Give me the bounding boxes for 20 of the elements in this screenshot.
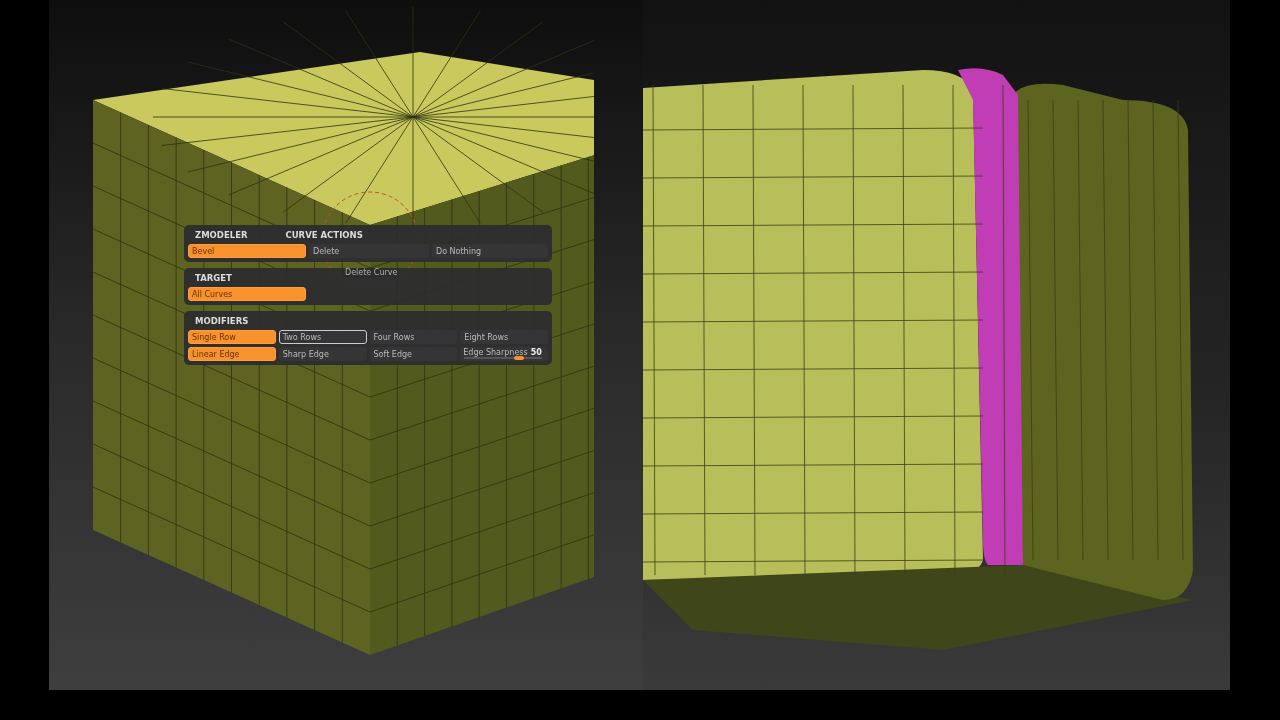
option-button[interactable]: Eight Rows — [460, 330, 548, 344]
option-button[interactable]: Single Row — [188, 330, 276, 344]
option-button[interactable]: Delete — [309, 244, 429, 258]
option-button[interactable]: Two Rows — [278, 330, 367, 344]
slider[interactable]: Edge Sharpness 50 — [460, 347, 548, 361]
option-button[interactable]: Linear Edge — [188, 347, 276, 361]
option-button[interactable]: Four Rows — [369, 330, 458, 344]
option-button[interactable]: Bevel — [188, 244, 306, 258]
option-button[interactable]: All Curves — [188, 287, 306, 301]
option-button[interactable]: Do Nothing — [432, 244, 548, 258]
section-title: TARGET — [195, 272, 232, 284]
section-title: ZMODELER — [195, 229, 248, 241]
canvas-hint: Delete Curve — [343, 268, 400, 277]
option-button[interactable]: Sharp Edge — [278, 347, 367, 361]
option-button[interactable]: Soft Edge — [369, 347, 458, 361]
slider-thumb[interactable] — [513, 356, 524, 360]
section-title: MODIFIERS — [195, 315, 249, 327]
section-subtitle: CURVE ACTIONS — [285, 229, 363, 241]
slider-value: 50 — [530, 347, 542, 358]
slider-label: Edge Sharpness — [463, 347, 528, 358]
